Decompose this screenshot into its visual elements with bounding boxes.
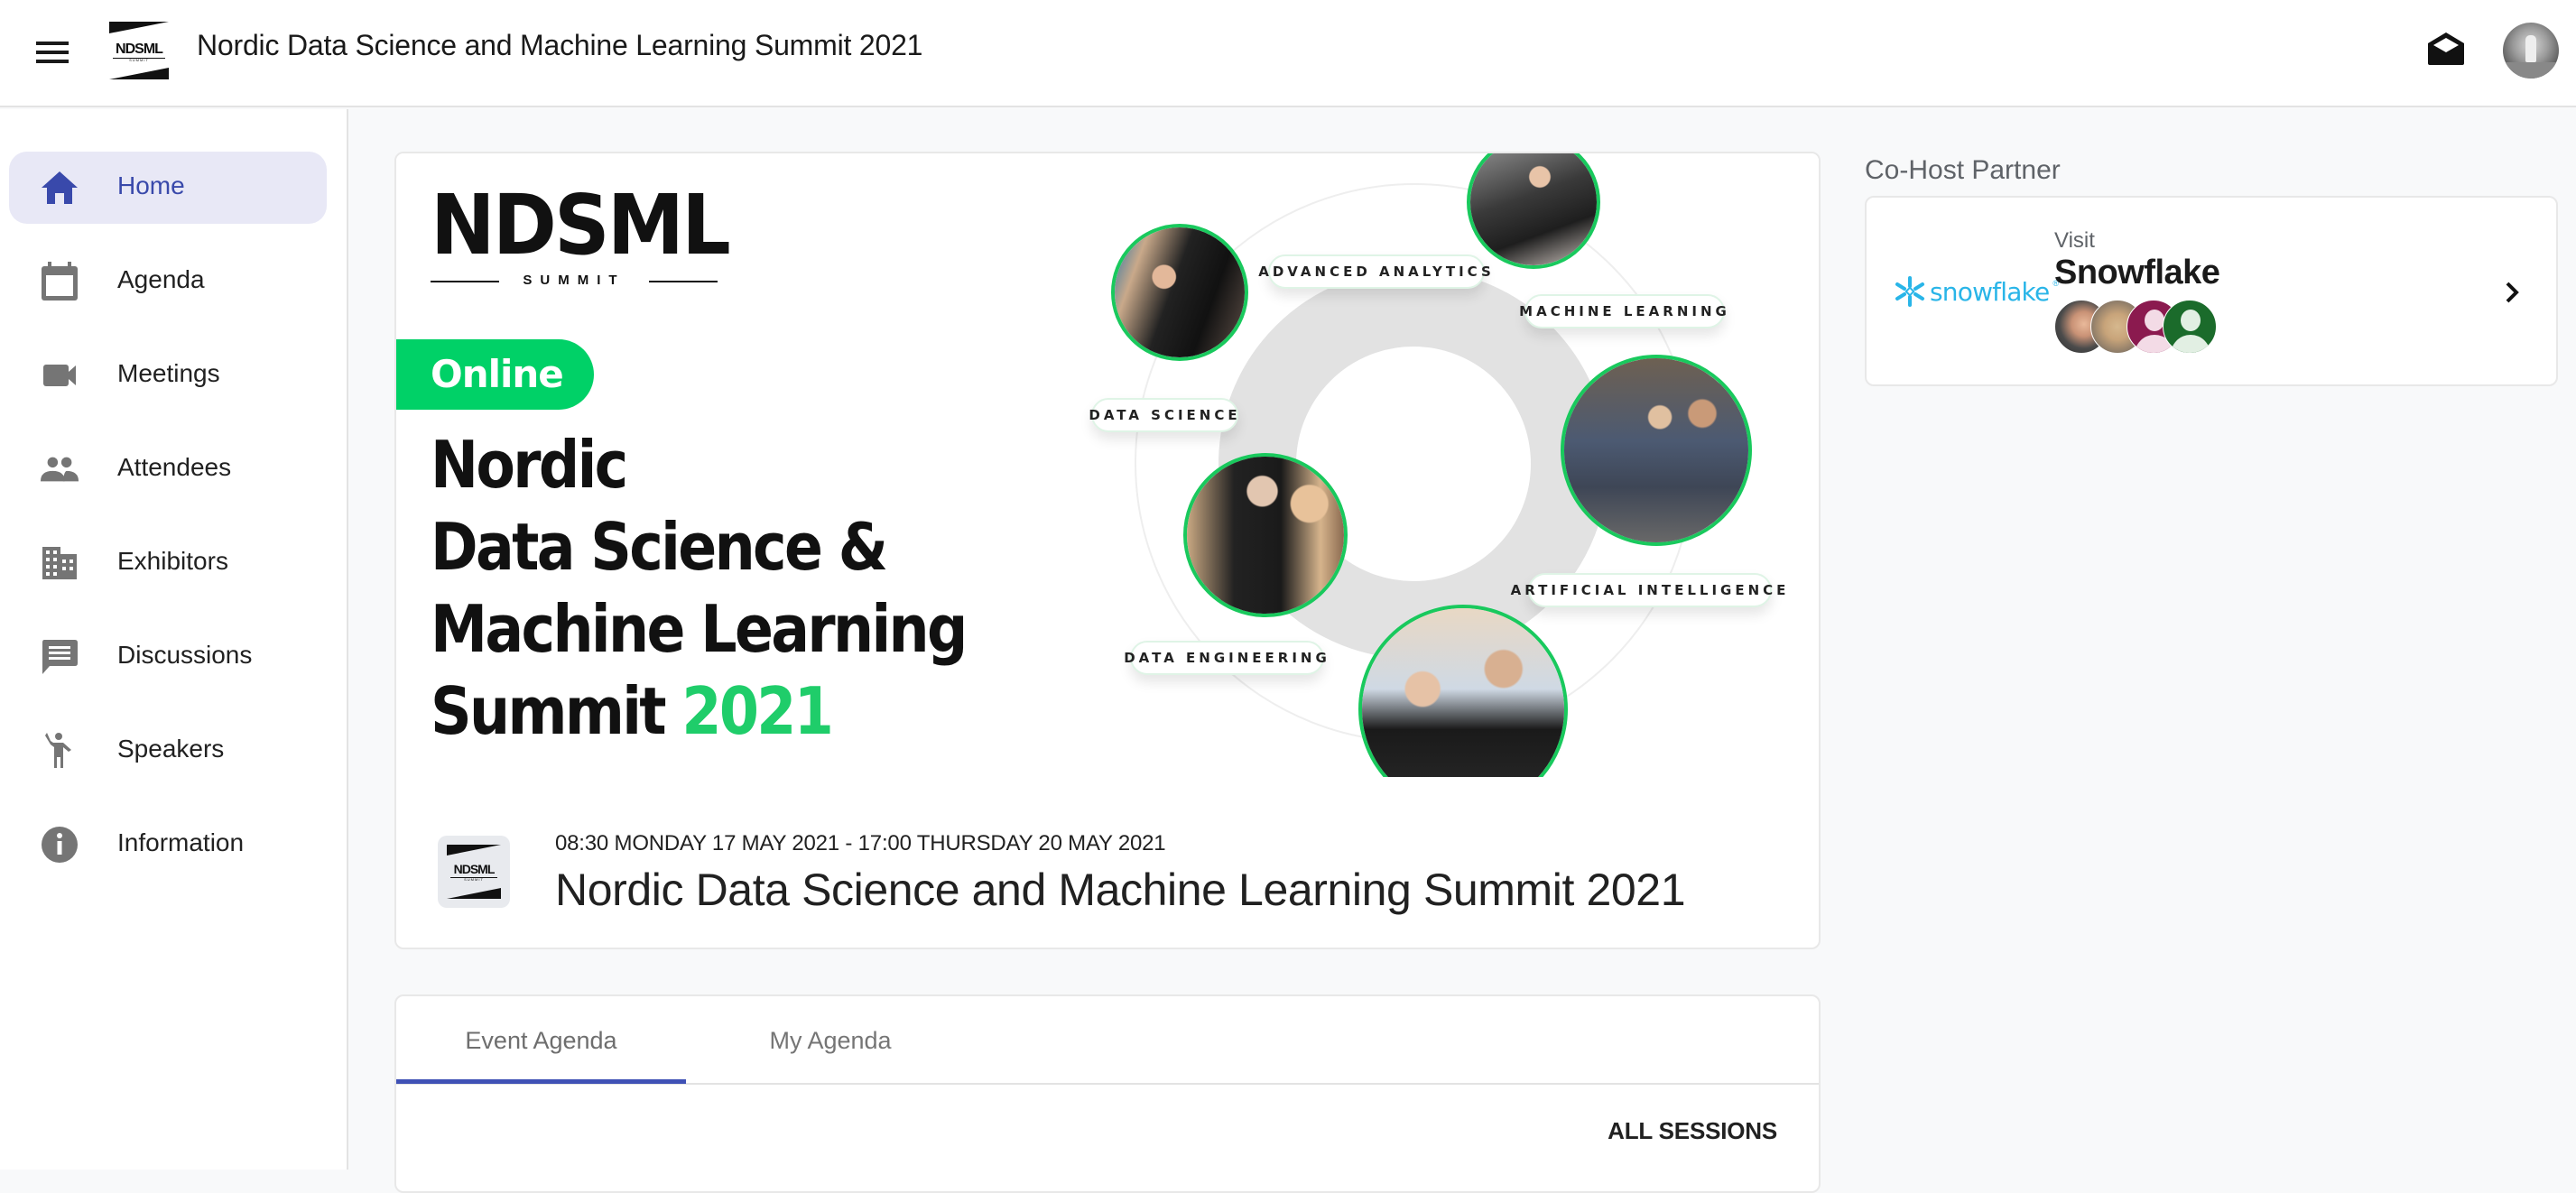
sidebar-item-discussions[interactable]: Discussions bbox=[9, 621, 327, 693]
snowflake-logo: snowflake ® bbox=[1894, 275, 2059, 308]
banner-headline: Nordic Data Science & Machine Learning S… bbox=[431, 424, 1039, 753]
info-icon bbox=[40, 827, 79, 863]
home-icon bbox=[40, 170, 79, 206]
sidebar-item-label: Discussions bbox=[117, 641, 253, 669]
event-banner: NDSML SUMMIT Online Nordic Data Science … bbox=[396, 153, 1819, 777]
building-icon bbox=[40, 545, 79, 581]
sidebar-item-label: Home bbox=[117, 171, 185, 199]
mail-open-icon[interactable] bbox=[2426, 31, 2466, 67]
sidebar-item-label: Attendees bbox=[117, 453, 232, 481]
headline-line: Machine Learning bbox=[431, 591, 968, 667]
topic-label: DATA SCIENCE bbox=[1089, 398, 1238, 432]
event-name: Nordic Data Science and Machine Learning… bbox=[555, 865, 1686, 915]
chat-icon bbox=[40, 639, 79, 675]
event-logo-thumbnail: NDSML SUMMIT bbox=[438, 836, 510, 908]
attendee-photo bbox=[1111, 224, 1248, 361]
event-dates: 08:30 MONDAY 17 MAY 2021 - 17:00 THURSDA… bbox=[555, 831, 1166, 855]
headline-year: 2021 bbox=[681, 673, 833, 749]
agenda-card: Event Agenda My Agenda ALL SESSIONS bbox=[394, 994, 1821, 1193]
topic-label: DATA ENGINEERING bbox=[1124, 641, 1327, 675]
sidebar-item-label: Agenda bbox=[117, 265, 205, 293]
attendee-photo bbox=[1183, 453, 1348, 617]
cohost-section-title: Co-Host Partner bbox=[1865, 155, 2061, 185]
partner-name: Snowflake bbox=[2054, 254, 2220, 291]
online-badge: Online bbox=[396, 339, 594, 410]
top-app-bar: NDSML SUMMIT Nordic Data Science and Mac… bbox=[0, 0, 2576, 107]
attendee-photo bbox=[1358, 605, 1568, 777]
visit-label: Visit bbox=[2054, 228, 2095, 253]
sidebar-item-agenda[interactable]: Agenda bbox=[9, 245, 327, 318]
cohost-partner-card[interactable]: snowflake ® Visit Snowflake bbox=[1865, 196, 2558, 386]
sidebar-item-home[interactable]: Home bbox=[9, 152, 327, 224]
sidebar-item-meetings[interactable]: Meetings bbox=[9, 339, 327, 412]
event-card: NDSML SUMMIT Online Nordic Data Science … bbox=[394, 152, 1821, 949]
logo-text: NDSML bbox=[453, 862, 496, 876]
menu-icon[interactable] bbox=[32, 36, 72, 69]
tab-event-agenda[interactable]: Event Agenda bbox=[396, 996, 686, 1085]
event-logo[interactable]: NDSML SUMMIT bbox=[109, 22, 169, 79]
sidebar: Home Agenda Meetings Attendees Exhibitor… bbox=[0, 109, 348, 1170]
headline-line: Nordic bbox=[431, 427, 628, 503]
sidebar-item-attendees[interactable]: Attendees bbox=[9, 433, 327, 505]
banner-logo-subtext: SUMMIT bbox=[431, 273, 718, 288]
banner-logo: NDSML SUMMIT bbox=[431, 184, 751, 288]
active-tab-indicator bbox=[396, 1079, 686, 1084]
topic-label: MACHINE LEARNING bbox=[1519, 294, 1727, 328]
sidebar-item-label: Exhibitors bbox=[117, 547, 228, 575]
people-icon bbox=[40, 451, 79, 487]
topic-label: ADVANCED ANALYTICS bbox=[1258, 254, 1491, 289]
attendee-photo bbox=[1561, 355, 1752, 546]
agenda-tabs: Event Agenda My Agenda bbox=[396, 996, 1819, 1085]
chevron-right-icon[interactable] bbox=[2498, 279, 2525, 306]
event-info: NDSML SUMMIT 08:30 MONDAY 17 MAY 2021 - … bbox=[396, 777, 1819, 948]
headline-line: Summit bbox=[431, 673, 667, 749]
sidebar-item-label: Meetings bbox=[117, 359, 220, 387]
user-avatar[interactable] bbox=[2503, 23, 2559, 79]
sidebar-item-exhibitors[interactable]: Exhibitors bbox=[9, 527, 327, 599]
attendee-photo bbox=[1467, 153, 1600, 269]
partner-avatars bbox=[2054, 300, 2235, 356]
sidebar-item-speakers[interactable]: Speakers bbox=[9, 715, 327, 787]
all-sessions-filter[interactable]: ALL SESSIONS bbox=[1608, 1117, 1777, 1145]
snowflake-logo-text: snowflake bbox=[1930, 276, 2050, 307]
videocam-icon bbox=[40, 357, 79, 393]
banner-logo-text: NDSML bbox=[431, 177, 731, 273]
default-avatar-icon bbox=[2163, 300, 2217, 354]
calendar-icon bbox=[40, 262, 79, 301]
sidebar-item-label: Speakers bbox=[117, 735, 225, 763]
logo-text: NDSML bbox=[116, 42, 163, 57]
speaker-person-icon bbox=[40, 733, 79, 769]
logo-subtext: SUMMIT bbox=[113, 58, 165, 62]
sidebar-item-label: Information bbox=[117, 828, 245, 856]
headline-line: Data Science & bbox=[431, 509, 888, 585]
tab-my-agenda[interactable]: My Agenda bbox=[686, 996, 975, 1085]
topic-label: ARTIFICIAL INTELLIGENCE bbox=[1511, 573, 1785, 607]
app-title: Nordic Data Science and Machine Learning… bbox=[197, 29, 923, 61]
sidebar-item-information[interactable]: Information bbox=[9, 809, 327, 881]
logo-subtext: SUMMIT bbox=[450, 877, 497, 882]
snowflake-icon bbox=[1895, 276, 1924, 307]
